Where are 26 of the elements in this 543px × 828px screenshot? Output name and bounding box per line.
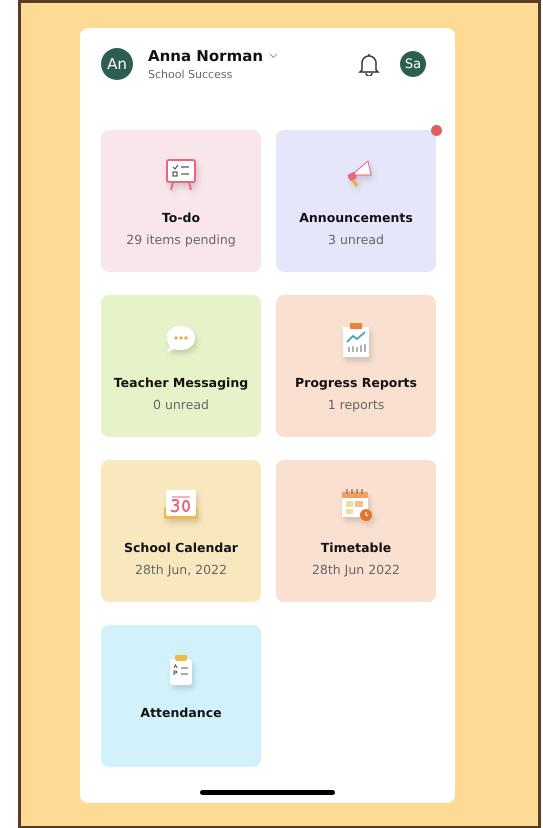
dashboard-card[interactable]: School Calendar 28th Jun, 2022 xyxy=(101,460,261,602)
profile-avatar[interactable]: Sa xyxy=(400,51,426,77)
dashboard-card[interactable]: Timetable 28th Jun 2022 xyxy=(276,460,436,602)
card-subtitle: 28th Jun 2022 xyxy=(312,562,400,577)
user-avatar[interactable]: An xyxy=(101,48,133,80)
chevron-down-icon[interactable] xyxy=(269,53,278,59)
dashboard-card[interactable]: Attendance xyxy=(101,625,261,767)
card-title: Announcements xyxy=(299,210,413,225)
card-subtitle: 29 items pending xyxy=(126,232,236,247)
dashboard-card[interactable]: To-do 29 items pending xyxy=(101,130,261,272)
dashboard-card[interactable]: Progress Reports 1 reports xyxy=(276,295,436,437)
user-name[interactable]: Anna Norman xyxy=(148,47,263,65)
card-title: School Calendar xyxy=(124,540,238,555)
card-title: Timetable xyxy=(320,540,392,555)
card-subtitle: 0 unread xyxy=(153,397,209,412)
card-title: Attendance xyxy=(140,705,222,720)
card-subtitle: 28th Jun, 2022 xyxy=(135,562,227,577)
card-title: To-do xyxy=(162,210,200,225)
card-subtitle: 1 reports xyxy=(328,397,384,412)
dashboard-card[interactable]: Announcements 3 unread xyxy=(276,130,436,272)
card-title: Progress Reports xyxy=(295,375,417,390)
school-name: School Success xyxy=(148,68,234,81)
card-subtitle: 3 unread xyxy=(328,232,384,247)
bell-icon[interactable] xyxy=(358,52,380,76)
card-title: Teacher Messaging xyxy=(114,375,248,390)
dashboard-card[interactable]: Teacher Messaging 0 unread xyxy=(101,295,261,437)
